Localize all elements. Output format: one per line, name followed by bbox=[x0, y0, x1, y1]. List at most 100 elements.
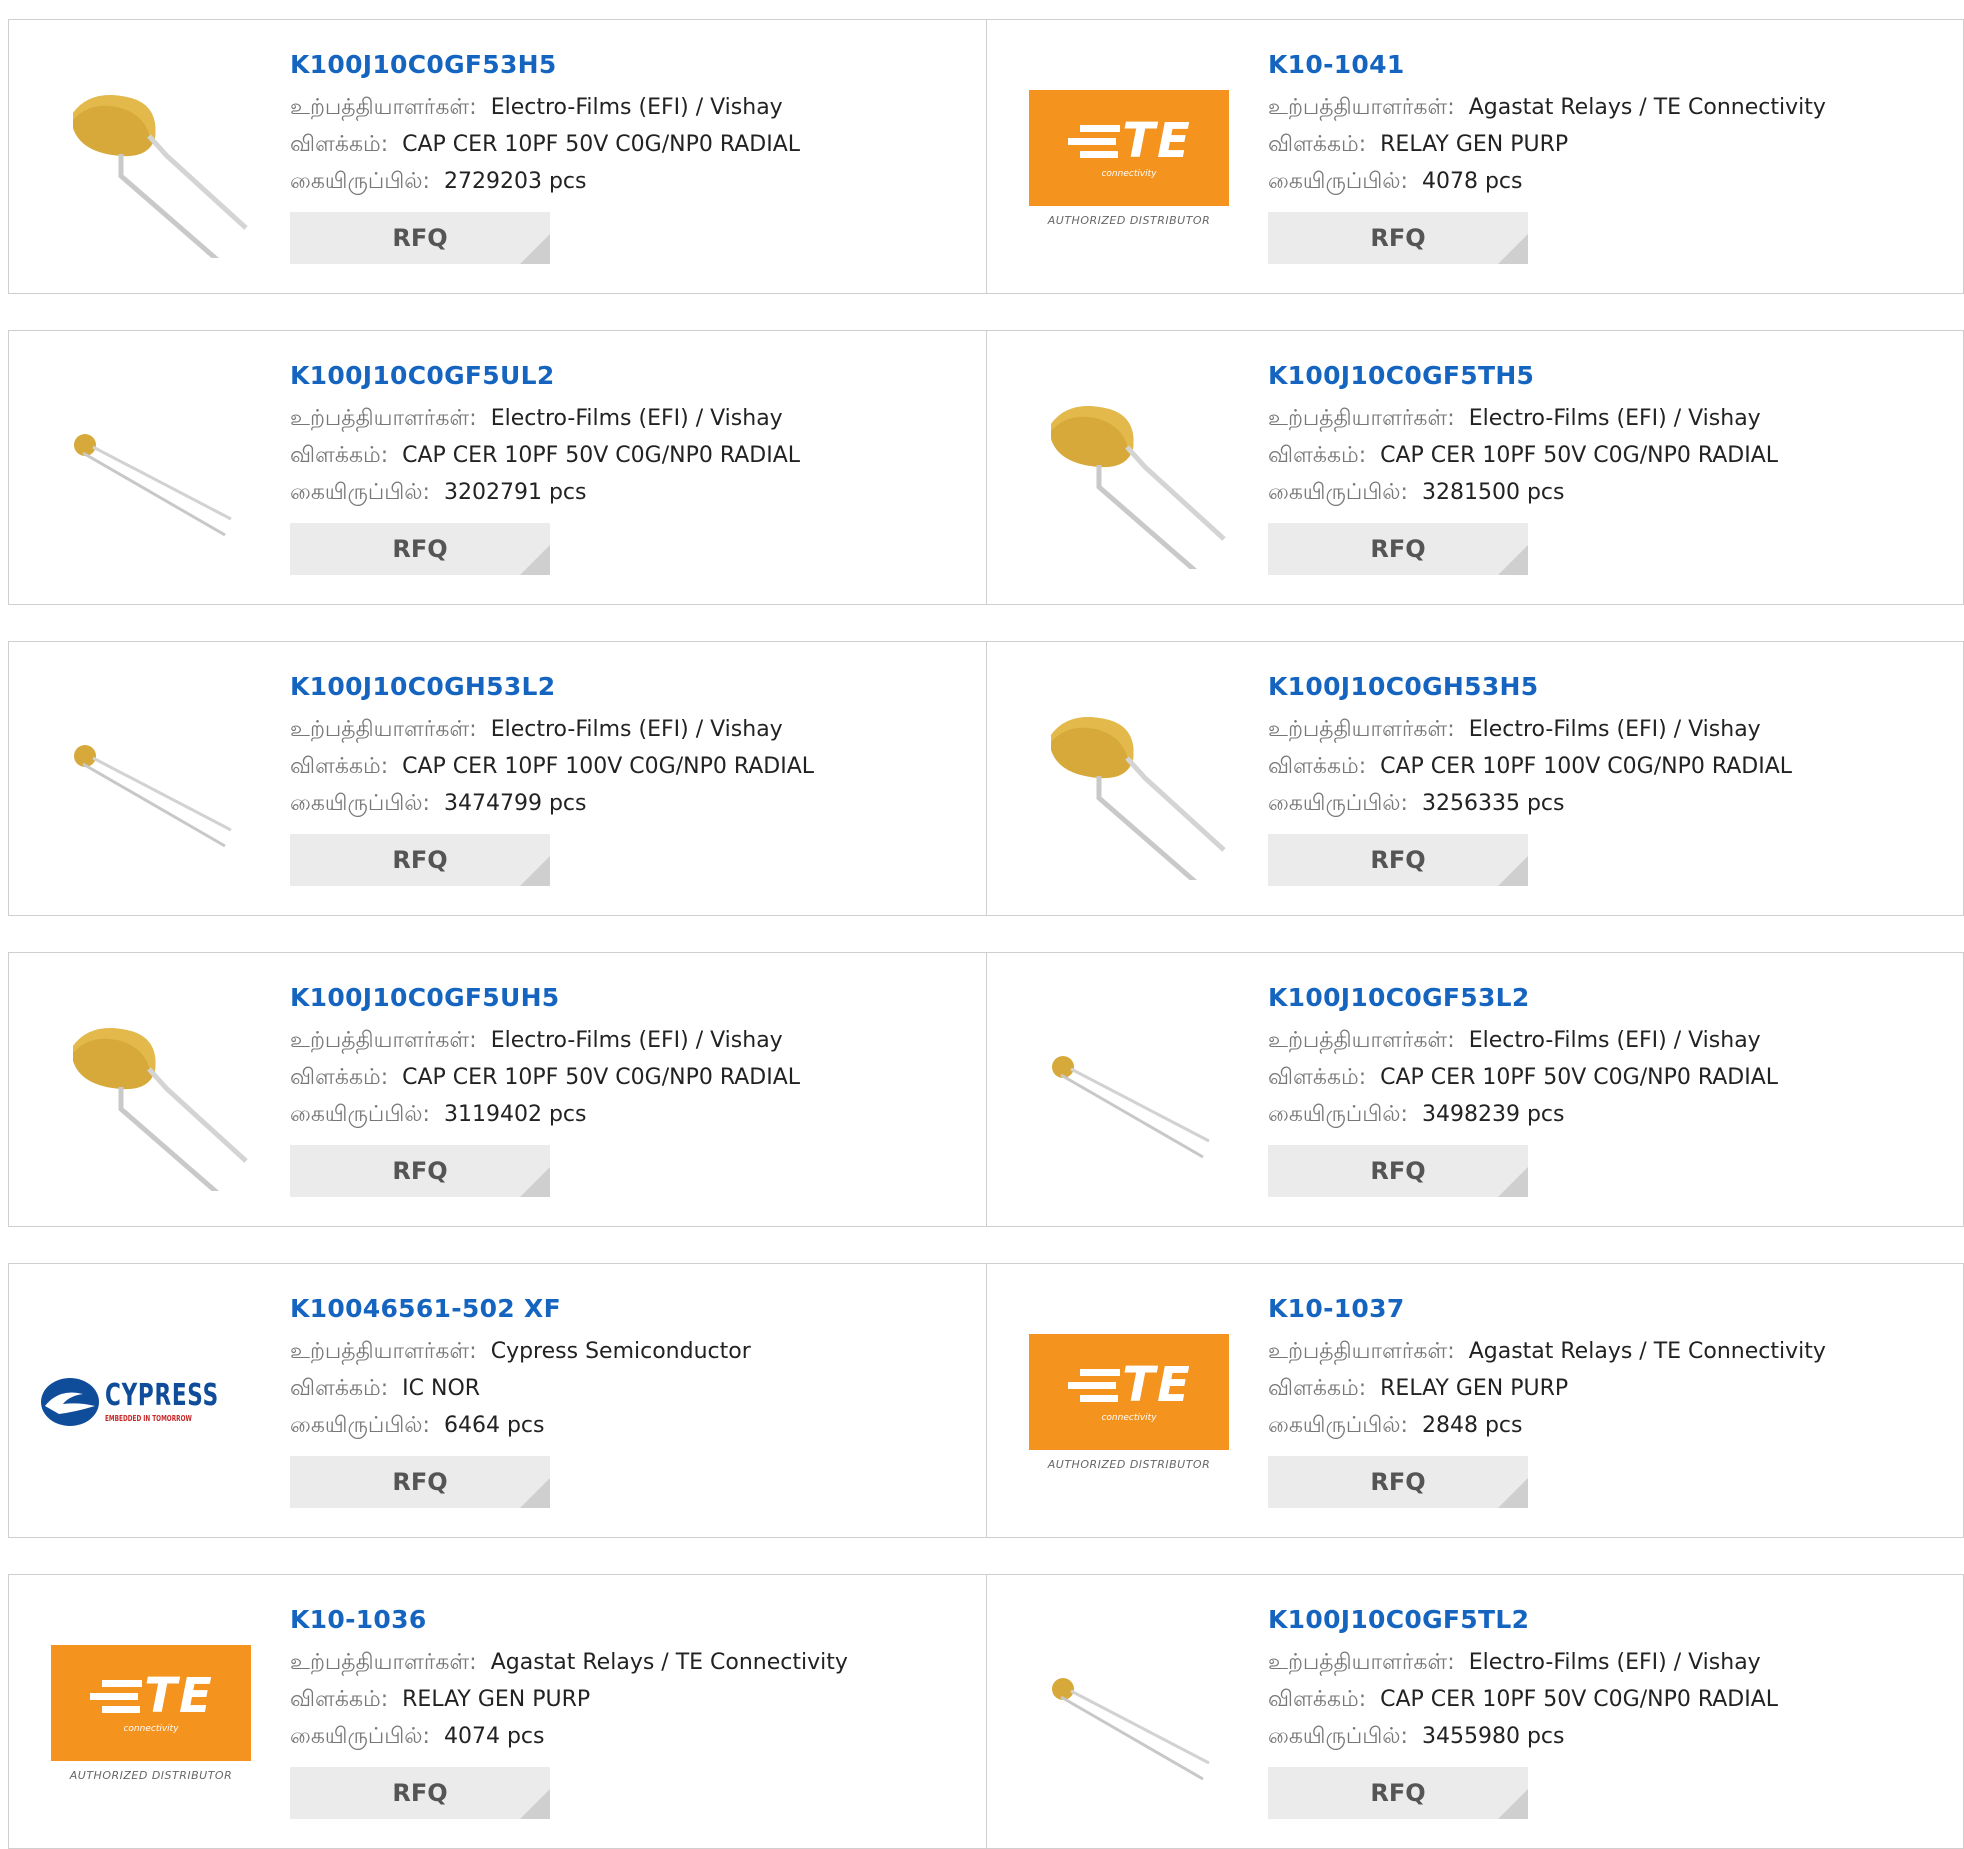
part-number-link[interactable]: K100J10C0GF5TL2 bbox=[1268, 1605, 1778, 1634]
description-label: விளக்கம்: bbox=[290, 443, 389, 468]
stock-label: கையிருப்பில்: bbox=[290, 791, 430, 816]
manufacturer-line: உற்பத்தியாளர்கள்: Electro-Films (EFI) / V… bbox=[290, 89, 800, 126]
capacitor-image bbox=[1052, 1056, 1210, 1159]
corner-fold-icon bbox=[1498, 856, 1528, 886]
part-number-link[interactable]: K100J10C0GF5UH5 bbox=[290, 983, 800, 1012]
product-image[interactable] bbox=[1029, 680, 1229, 880]
stock-label: கையிருப்பில்: bbox=[290, 169, 430, 194]
product-image[interactable]: TE connectivity AUTHORIZED DISTRIBUTOR bbox=[51, 1613, 251, 1813]
manufacturer-label: உற்பத்தியாளர்கள்: bbox=[290, 717, 477, 742]
product-info: K10-1036 உற்பத்தியாளர்கள்: Agastat Relays … bbox=[290, 1605, 848, 1819]
description-label: விளக்கம்: bbox=[1268, 1687, 1367, 1712]
product-row: K100J10C0GF5UH5 உற்பத்தியாளர்கள்: Electro-… bbox=[8, 952, 1964, 1227]
manufacturer-label: உற்பத்தியாளர்கள்: bbox=[290, 406, 477, 431]
rfq-label: RFQ bbox=[392, 1779, 448, 1807]
product-image[interactable]: CYPRESS EMBEDDED IN TOMORROW bbox=[40, 1302, 251, 1502]
rfq-button[interactable]: RFQ bbox=[290, 523, 550, 575]
part-number-link[interactable]: K10-1041 bbox=[1268, 50, 1826, 79]
product-card: K100J10C0GF5TL2 உற்பத்தியாளர்கள்: Electro-… bbox=[986, 1575, 1963, 1848]
stock-line: கையிருப்பில்: 3455980 pcs bbox=[1268, 1718, 1778, 1755]
description-label: விளக்கம்: bbox=[290, 1687, 389, 1712]
rfq-button[interactable]: RFQ bbox=[1268, 1767, 1528, 1819]
part-number-link[interactable]: K100J10C0GH53H5 bbox=[1268, 672, 1792, 701]
manufacturer-label: உற்பத்தியாளர்கள்: bbox=[290, 1650, 477, 1675]
part-number-link[interactable]: K100J10C0GF53L2 bbox=[1268, 983, 1778, 1012]
description-line: விளக்கம்: CAP CER 10PF 100V C0G/NP0 RADIA… bbox=[290, 748, 814, 785]
corner-fold-icon bbox=[1498, 1167, 1528, 1197]
stock-value: 3498239 pcs bbox=[1421, 1102, 1565, 1127]
rfq-button[interactable]: RFQ bbox=[1268, 1456, 1528, 1508]
product-card: TE connectivity AUTHORIZED DISTRIBUTOR K10-… bbox=[986, 1264, 1963, 1537]
rfq-button[interactable]: RFQ bbox=[1268, 834, 1528, 886]
stock-label: கையிருப்பில்: bbox=[1268, 480, 1408, 505]
description-value: RELAY GEN PURP bbox=[1380, 132, 1569, 157]
manufacturer-value: Electro-Films (EFI) / Vishay bbox=[490, 406, 783, 431]
manufacturer-label: உற்பத்தியாளர்கள்: bbox=[1268, 1650, 1455, 1675]
product-info: K100J10C0GF53L2 உற்பத்தியாளர்கள்: Electro-… bbox=[1268, 983, 1778, 1197]
description-label: விளக்கம்: bbox=[1268, 443, 1367, 468]
rfq-button[interactable]: RFQ bbox=[290, 212, 550, 264]
description-line: விளக்கம்: CAP CER 10PF 50V C0G/NP0 RADIAL bbox=[1268, 437, 1778, 474]
product-image[interactable] bbox=[1029, 1613, 1229, 1813]
rfq-label: RFQ bbox=[1370, 535, 1426, 563]
product-image[interactable] bbox=[51, 680, 251, 880]
corner-fold-icon bbox=[1498, 545, 1528, 575]
manufacturer-value: Cypress Semiconductor bbox=[490, 1339, 751, 1364]
manufacturer-label: உற்பத்தியாளர்கள்: bbox=[290, 1339, 477, 1364]
part-number-link[interactable]: K100J10C0GH53L2 bbox=[290, 672, 814, 701]
manufacturer-value: Agastat Relays / TE Connectivity bbox=[1468, 95, 1826, 120]
part-number-link[interactable]: K10046561-502 XF bbox=[290, 1294, 751, 1323]
manufacturer-label: உற்பத்தியாளர்கள்: bbox=[1268, 95, 1455, 120]
part-number-link[interactable]: K100J10C0GF5UL2 bbox=[290, 361, 800, 390]
part-number-link[interactable]: K10-1037 bbox=[1268, 1294, 1826, 1323]
product-card: K100J10C0GF53H5 உற்பத்தியாளர்கள்: Electro-… bbox=[9, 20, 986, 293]
rfq-label: RFQ bbox=[1370, 1468, 1426, 1496]
stock-value: 6464 pcs bbox=[443, 1413, 545, 1438]
part-number-link[interactable]: K100J10C0GF53H5 bbox=[290, 50, 800, 79]
description-value: RELAY GEN PURP bbox=[402, 1687, 591, 1712]
stock-line: கையிருப்பில்: 2848 pcs bbox=[1268, 1407, 1826, 1444]
rfq-button[interactable]: RFQ bbox=[290, 1456, 550, 1508]
stock-value: 4078 pcs bbox=[1421, 169, 1523, 194]
description-line: விளக்கம்: RELAY GEN PURP bbox=[1268, 126, 1826, 163]
description-label: விளக்கம்: bbox=[1268, 132, 1367, 157]
manufacturer-line: உற்பத்தியாளர்கள்: Electro-Films (EFI) / V… bbox=[290, 711, 814, 748]
rfq-button[interactable]: RFQ bbox=[1268, 212, 1528, 264]
description-label: விளக்கம்: bbox=[290, 1376, 389, 1401]
product-card: TE connectivity AUTHORIZED DISTRIBUTOR K10-… bbox=[986, 20, 1963, 293]
rfq-label: RFQ bbox=[1370, 224, 1426, 252]
capacitor-image bbox=[1051, 406, 1226, 569]
description-line: விளக்கம்: CAP CER 10PF 50V C0G/NP0 RADIAL bbox=[290, 126, 800, 163]
product-image[interactable] bbox=[51, 58, 251, 258]
manufacturer-value: Electro-Films (EFI) / Vishay bbox=[1468, 717, 1761, 742]
rfq-label: RFQ bbox=[392, 1468, 448, 1496]
stock-value: 3119402 pcs bbox=[443, 1102, 587, 1127]
product-image[interactable]: TE connectivity AUTHORIZED DISTRIBUTOR bbox=[1029, 58, 1229, 258]
rfq-label: RFQ bbox=[392, 224, 448, 252]
manufacturer-line: உற்பத்தியாளர்கள்: Electro-Films (EFI) / V… bbox=[1268, 400, 1778, 437]
rfq-button[interactable]: RFQ bbox=[290, 1145, 550, 1197]
rfq-label: RFQ bbox=[1370, 1157, 1426, 1185]
product-image[interactable] bbox=[51, 991, 251, 1191]
product-image[interactable] bbox=[51, 369, 251, 569]
part-number-link[interactable]: K10-1036 bbox=[290, 1605, 848, 1634]
corner-fold-icon bbox=[1498, 1478, 1528, 1508]
rfq-button[interactable]: RFQ bbox=[290, 1767, 550, 1819]
te-connectivity-logo: TE connectivity AUTHORIZED DISTRIBUTOR bbox=[1029, 1333, 1229, 1471]
te-connectivity-logo: TE connectivity AUTHORIZED DISTRIBUTOR bbox=[51, 1644, 251, 1782]
product-image[interactable]: TE connectivity AUTHORIZED DISTRIBUTOR bbox=[1029, 1302, 1229, 1502]
te-stripes-icon bbox=[90, 1679, 143, 1713]
description-label: விளக்கம்: bbox=[290, 754, 389, 779]
product-row: K100J10C0GH53L2 உற்பத்தியாளர்கள்: Electro-… bbox=[8, 641, 1964, 916]
product-image[interactable] bbox=[1029, 991, 1229, 1191]
rfq-button[interactable]: RFQ bbox=[1268, 1145, 1528, 1197]
te-connectivity-logo: TE connectivity AUTHORIZED DISTRIBUTOR bbox=[1029, 89, 1229, 227]
manufacturer-value: Electro-Films (EFI) / Vishay bbox=[490, 1028, 783, 1053]
product-image[interactable] bbox=[1029, 369, 1229, 569]
rfq-button[interactable]: RFQ bbox=[1268, 523, 1528, 575]
manufacturer-line: உற்பத்தியாளர்கள்: Agastat Relays / TE Con… bbox=[1268, 89, 1826, 126]
part-number-link[interactable]: K100J10C0GF5TH5 bbox=[1268, 361, 1778, 390]
rfq-button[interactable]: RFQ bbox=[290, 834, 550, 886]
stock-label: கையிருப்பில்: bbox=[1268, 1102, 1408, 1127]
description-value: CAP CER 10PF 50V C0G/NP0 RADIAL bbox=[402, 443, 801, 468]
